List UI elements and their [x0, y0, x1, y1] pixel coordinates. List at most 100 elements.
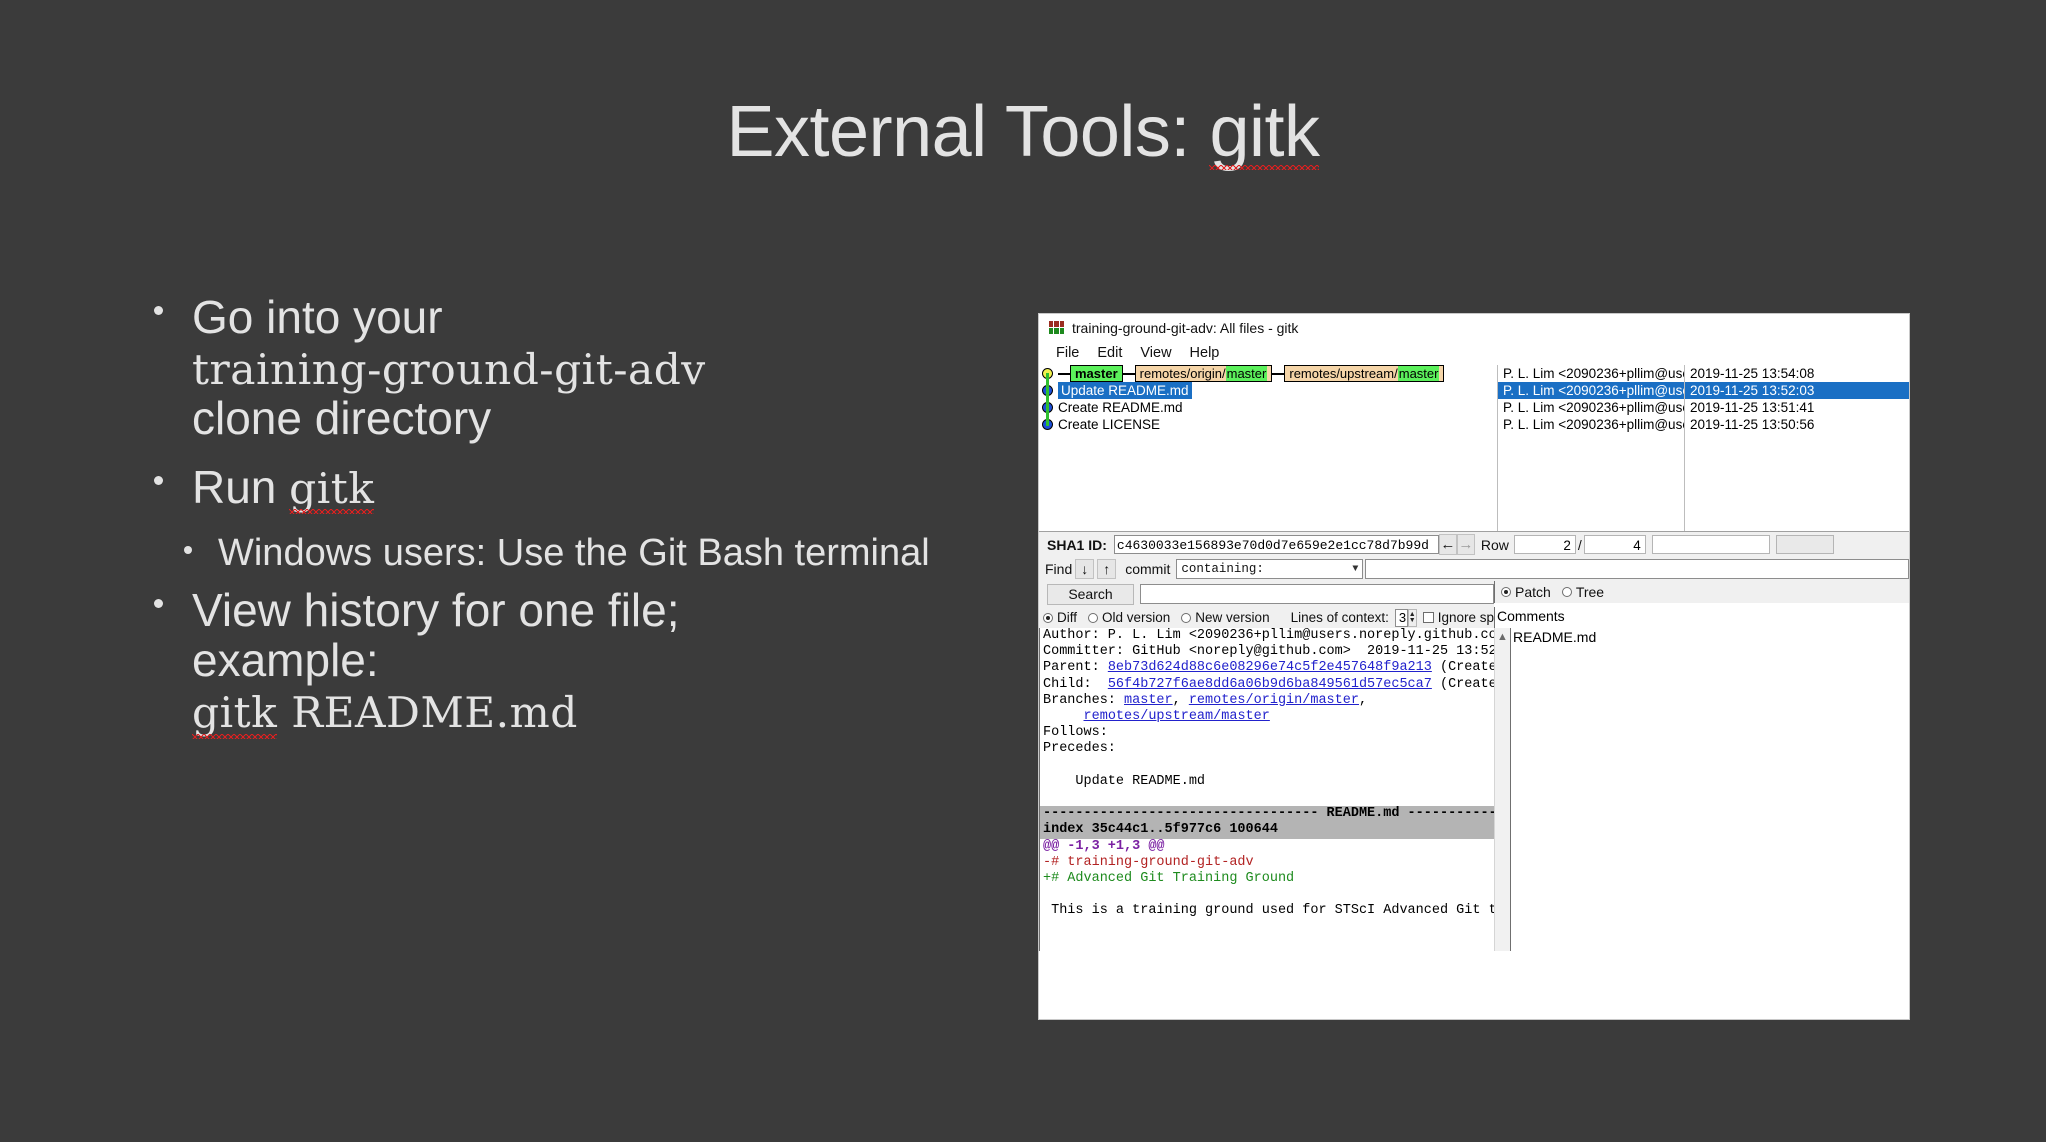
author-cell[interactable]: P. L. Lim <2090236+pllim@users.	[1498, 399, 1684, 416]
radio-new-version[interactable]: New version	[1181, 610, 1270, 625]
sha-blank-field-1[interactable]	[1651, 535, 1770, 554]
file-list-pane[interactable]: README.md	[1510, 628, 1909, 951]
detail-line-parent: Parent: 8eb73d624d88c6e08296e74c5f2e4576…	[1043, 660, 1494, 676]
radio-old-version[interactable]: Old version	[1088, 610, 1170, 625]
commit-list-area[interactable]: master remotes/origin/master remotes/ups…	[1039, 364, 1909, 531]
commit-message: Update README.md	[1043, 773, 1206, 789]
radio-diff[interactable]: Diff	[1043, 610, 1077, 625]
radio-old-version-label: Old version	[1102, 610, 1171, 625]
commit-subject[interactable]: Update README.md	[1058, 382, 1192, 399]
chevron-up-icon[interactable]: ▲	[1497, 631, 1508, 643]
arrow-down-icon[interactable]: ↓	[1075, 559, 1095, 579]
search-toolbar[interactable]: Search	[1039, 581, 1494, 607]
diff-removed-line: -# training-ground-git-adv	[1043, 854, 1254, 870]
date-cell[interactable]: 2019-11-25 13:54:08	[1685, 365, 1909, 382]
radio-patch[interactable]: Patch	[1501, 584, 1551, 600]
ref-connector	[1272, 372, 1285, 375]
bullet-4-code: gitk README.md	[192, 688, 578, 739]
bullet-1-line-2: clone directory	[192, 392, 492, 445]
commit-subject[interactable]: Create README.md	[1058, 399, 1183, 416]
lines-of-context-input[interactable]: 3	[1394, 608, 1408, 627]
gitk-dots-icon	[1049, 321, 1064, 334]
commit-detail-pane[interactable]: Author: P. L. Lim <2090236+pllim@users.n…	[1039, 628, 1494, 951]
sha1-toolbar[interactable]: SHA1 ID: c4630033e156893e70d0d7e659e2e1c…	[1039, 531, 1909, 557]
radio-tree[interactable]: Tree	[1561, 584, 1605, 600]
diff-added-line: +# Advanced Git Training Ground	[1043, 871, 1295, 887]
arrow-left-icon[interactable]: ←	[1438, 534, 1457, 555]
view-toggle[interactable]: Patch Tree	[1494, 581, 1909, 603]
arrow-up-icon[interactable]: ↑	[1097, 559, 1117, 579]
date-cell[interactable]: 2019-11-25 13:51:41	[1685, 399, 1909, 416]
list-item[interactable]: README.md	[1513, 628, 1909, 647]
diff-pane-scrollbar[interactable]: ▲	[1494, 628, 1510, 951]
file-list-first-item[interactable]: Comments	[1494, 607, 1909, 628]
bullet-2-code: gitk	[289, 463, 375, 514]
branch-link-master[interactable]: master	[1124, 693, 1173, 708]
menu-item-file[interactable]: File	[1047, 345, 1088, 361]
date-cell[interactable]: 2019-11-25 13:52:03	[1685, 382, 1909, 399]
author-column[interactable]: P. L. Lim <2090236+pllim@users. P. L. Li…	[1497, 365, 1684, 531]
menu-bar[interactable]: File Edit View Help	[1039, 341, 1909, 364]
child-commit-link[interactable]: 56f4b727f6ae8dd6a06b9d6ba849561d57ec5ca7	[1108, 677, 1432, 692]
search-button[interactable]: Search	[1047, 583, 1134, 605]
detail-line: Author: P. L. Lim <2090236+pllim@users.n…	[1043, 628, 1494, 643]
table-row[interactable]: master remotes/origin/master remotes/ups…	[1039, 365, 1497, 382]
date-cell[interactable]: 2019-11-25 13:50:56	[1685, 416, 1909, 433]
lower-split: Author: P. L. Lim <2090236+pllim@users.n…	[1039, 628, 1909, 951]
menu-item-view[interactable]: View	[1131, 345, 1180, 361]
branch-label-master[interactable]: master	[1070, 365, 1123, 382]
author-cell[interactable]: P. L. Lim <2090236+pllim@users.	[1498, 382, 1684, 399]
detail-line: Committer: GitHub <noreply@github.com> 2…	[1043, 644, 1494, 660]
parent-commit-link[interactable]: 8eb73d624d88c6e08296e74c5f2e457648f9a213	[1108, 660, 1432, 675]
table-row[interactable]: Create LICENSE	[1039, 416, 1497, 433]
date-column[interactable]: 2019-11-25 13:54:08 2019-11-25 13:52:03 …	[1684, 365, 1909, 531]
row-label: Row	[1480, 536, 1509, 553]
table-row[interactable]: Create README.md	[1039, 399, 1497, 416]
ignore-space-label: Ignore sp	[1437, 610, 1494, 625]
diff-options-toolbar[interactable]: Diff Old version New version Lines of co…	[1039, 607, 1494, 628]
checkbox-ignore-space[interactable]: Ignore sp	[1422, 610, 1494, 625]
radio-indicator-icon	[1181, 612, 1192, 623]
arrow-right-icon[interactable]: →	[1456, 534, 1475, 555]
lines-of-context-label: Lines of context:	[1290, 610, 1389, 625]
bullet-4-code-command: gitk	[192, 688, 278, 739]
detail-line-blank	[1040, 790, 1494, 806]
diff-context-line: This is a training ground used for STScI…	[1043, 903, 1494, 919]
bullet-1-line-1: Go into your	[192, 291, 443, 343]
search-and-view-row: Search Patch Tree	[1039, 581, 1909, 607]
spinner-arrows-icon[interactable]: ▲ ▼	[1407, 608, 1417, 627]
find-mode-select[interactable]: containing: ▼	[1176, 559, 1364, 579]
list-item: Run gitk	[150, 461, 950, 515]
author-cell[interactable]: P. L. Lim <2090236+pllim@users.	[1498, 416, 1684, 433]
radio-tree-label: Tree	[1575, 584, 1605, 600]
commit-subject[interactable]: Create LICENSE	[1058, 416, 1160, 433]
search-input[interactable]	[1140, 584, 1494, 604]
branch-label-upstream-master[interactable]: remotes/upstream/master	[1284, 365, 1445, 382]
chevron-down-icon: ▼	[1352, 563, 1359, 575]
bullet-dot-icon	[184, 545, 192, 554]
gitk-window[interactable]: training-ground-git-adv: All files - git…	[1038, 313, 1910, 1020]
table-row[interactable]: Update README.md	[1039, 382, 1497, 399]
branch-link-upstream-master[interactable]: remotes/upstream/master	[1084, 709, 1270, 724]
detail-line-blank	[1040, 758, 1494, 774]
menu-item-edit[interactable]: Edit	[1088, 345, 1131, 361]
bullet-list: Go into your training-ground-git-adv clo…	[150, 292, 950, 757]
detail-line-child: Child: 56f4b727f6ae8dd6a06b9d6ba849561d5…	[1043, 676, 1494, 692]
branch-link-origin-master[interactable]: remotes/origin/master	[1189, 693, 1359, 708]
find-query-input[interactable]	[1365, 559, 1909, 579]
bullet-dot-icon	[154, 305, 163, 315]
row-total-input[interactable]: 4	[1583, 535, 1646, 554]
row-current-input[interactable]: 2	[1513, 535, 1576, 554]
commit-graph-column[interactable]: master remotes/origin/master remotes/ups…	[1039, 365, 1497, 531]
graph-rail	[1046, 373, 1049, 426]
author-cell[interactable]: P. L. Lim <2090236+pllim@users.	[1498, 365, 1684, 382]
bullet-1-code: training-ground-git-adv	[192, 344, 706, 394]
window-title: training-ground-git-adv: All files - git…	[1072, 319, 1299, 336]
menu-item-help[interactable]: Help	[1181, 345, 1229, 361]
list-item[interactable]: Comments	[1497, 608, 1565, 624]
branch-label-origin-master[interactable]: remotes/origin/master	[1134, 365, 1273, 382]
sha-blank-field-2[interactable]	[1775, 535, 1834, 554]
find-toolbar[interactable]: Find ↓ ↑ commit containing: ▼	[1039, 557, 1909, 581]
page-title-plain: External Tools:	[726, 92, 1210, 172]
sha1-input[interactable]: c4630033e156893e70d0d7e659e2e1cc78d7b99d	[1113, 535, 1439, 554]
